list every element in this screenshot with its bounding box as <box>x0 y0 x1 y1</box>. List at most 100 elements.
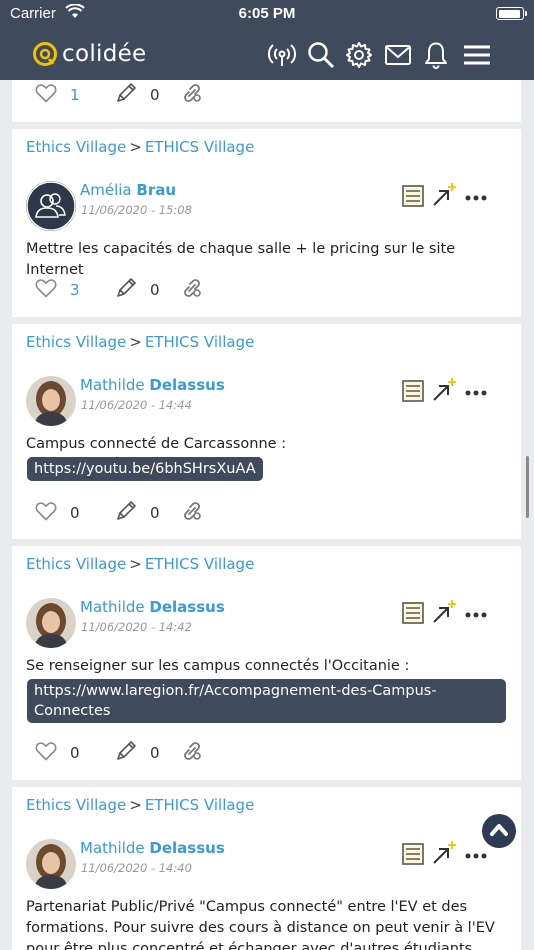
like-count: 3 <box>70 281 80 299</box>
author-name[interactable]: Mathilde Delassus <box>80 839 225 857</box>
battery-icon <box>496 7 527 20</box>
like-button[interactable] <box>34 739 58 765</box>
author-last-name: Delassus <box>149 839 225 857</box>
open-post-icon[interactable] <box>429 840 457 868</box>
more-options-icon[interactable] <box>463 599 491 627</box>
breadcrumb: Ethics Village > ETHICS Village <box>26 555 254 573</box>
share-link-icon[interactable] <box>180 81 204 107</box>
details-list-icon[interactable] <box>399 377 427 405</box>
like-count: 0 <box>70 504 80 522</box>
breadcrumb-separator: > <box>129 333 142 351</box>
menu-icon[interactable] <box>462 40 492 70</box>
post-link[interactable]: https://youtu.be/6bhSHrsXuAA <box>27 457 263 481</box>
author-first-name: Mathilde <box>80 839 145 857</box>
breadcrumb: Ethics Village > ETHICS Village <box>26 796 254 814</box>
post-text: Partenariat Public/Privé "Campus connect… <box>26 897 507 950</box>
breadcrumb: Ethics Village > ETHICS Village <box>26 333 254 351</box>
like-count: 0 <box>70 744 80 762</box>
search-icon[interactable] <box>306 40 336 70</box>
edit-icon[interactable] <box>114 276 138 302</box>
edit-count: 0 <box>150 281 160 299</box>
edit-icon[interactable] <box>114 499 138 525</box>
avatar[interactable] <box>26 839 76 889</box>
share-link-icon[interactable] <box>180 276 204 302</box>
post-tools <box>399 599 499 627</box>
details-list-icon[interactable] <box>399 182 427 210</box>
post-tools <box>399 182 499 210</box>
edit-count: 0 <box>150 86 160 104</box>
breadcrumb-separator: > <box>129 138 142 156</box>
avatar[interactable] <box>26 376 76 426</box>
status-bar: Carrier 6:05 PM <box>0 0 534 28</box>
breadcrumb-separator: > <box>129 796 142 814</box>
edit-count: 0 <box>150 504 160 522</box>
avatar[interactable] <box>26 181 76 231</box>
more-options-icon[interactable] <box>463 377 491 405</box>
post-date: 11/06/2020 - 14:44 <box>81 398 192 412</box>
gear-icon[interactable] <box>344 40 374 70</box>
post-text-line: Partenariat Public/Privé "Campus connect… <box>26 899 468 915</box>
post-link-line: Connectes <box>34 703 111 719</box>
details-list-icon[interactable] <box>399 840 427 868</box>
scroll-to-top-button[interactable] <box>482 814 516 848</box>
bell-icon[interactable] <box>421 40 451 70</box>
broadcast-icon[interactable] <box>267 40 297 70</box>
post-link[interactable]: https://www.laregion.fr/Accompagnement-d… <box>27 679 506 723</box>
open-post-icon[interactable] <box>429 599 457 627</box>
post-text: Campus connecté de Carcassonne : <box>26 436 287 452</box>
author-name[interactable]: Mathilde Delassus <box>80 598 225 616</box>
like-button[interactable] <box>34 81 58 107</box>
like-button[interactable] <box>34 499 58 525</box>
like-button[interactable] <box>34 276 58 302</box>
avatar[interactable] <box>26 598 76 648</box>
post-actions: 0 0 <box>34 499 294 525</box>
details-list-icon[interactable] <box>399 599 427 627</box>
brand-name: colidée <box>62 41 147 67</box>
breadcrumb-space-link[interactable]: ETHICS Village <box>145 333 254 351</box>
author-first-name: Mathilde <box>80 376 145 394</box>
mail-icon[interactable] <box>383 40 413 70</box>
author-last-name: Brau <box>136 181 177 199</box>
breadcrumb-parent-link[interactable]: Ethics Village <box>26 333 126 351</box>
breadcrumb-space-link[interactable]: ETHICS Village <box>145 796 254 814</box>
open-post-icon[interactable] <box>429 377 457 405</box>
breadcrumb-parent-link[interactable]: Ethics Village <box>26 555 126 573</box>
clock: 6:05 PM <box>238 5 296 22</box>
edit-icon[interactable] <box>114 739 138 765</box>
post-date: 11/06/2020 - 15:08 <box>81 203 192 217</box>
breadcrumb-separator: > <box>129 555 142 573</box>
share-link-icon[interactable] <box>180 499 204 525</box>
post-date: 11/06/2020 - 14:40 <box>81 861 192 875</box>
breadcrumb-parent-link[interactable]: Ethics Village <box>26 796 126 814</box>
post-card: 1 0 <box>12 80 521 122</box>
post-actions: 0 0 <box>34 739 294 765</box>
colidee-logo[interactable]: colidée <box>32 38 147 70</box>
post-card: Ethics Village > ETHICS Village Mathilde D… <box>12 546 521 780</box>
post-text-line: formations. Pour suivre des cours à dist… <box>26 920 495 936</box>
like-count: 1 <box>70 86 80 104</box>
scrollbar[interactable] <box>526 456 529 518</box>
post-text-line: pour être plus concentré et échanger ave… <box>26 941 473 950</box>
author-name[interactable]: Mathilde Delassus <box>80 376 225 394</box>
chevron-up-icon <box>490 824 508 836</box>
author-last-name: Delassus <box>149 598 225 616</box>
author-name[interactable]: Amélia Brau <box>80 181 176 199</box>
share-link-icon[interactable] <box>180 739 204 765</box>
edit-icon[interactable] <box>114 81 138 107</box>
post-text: Se renseigner sur les campus connectés l… <box>26 658 410 674</box>
more-options-icon[interactable] <box>463 182 491 210</box>
breadcrumb: Ethics Village > ETHICS Village <box>26 138 254 156</box>
author-first-name: Amélia <box>80 181 132 199</box>
breadcrumb-space-link[interactable]: ETHICS Village <box>145 555 254 573</box>
edit-count: 0 <box>150 744 160 762</box>
post-tools <box>399 377 499 405</box>
post-actions: 3 0 <box>34 276 294 302</box>
post-card: Ethics Village > ETHICS Village Amélia Bra… <box>12 129 521 317</box>
post-actions: 1 0 <box>34 81 294 107</box>
post-link-line: https://www.laregion.fr/Accompagnement-d… <box>34 683 437 699</box>
breadcrumb-parent-link[interactable]: Ethics Village <box>26 138 126 156</box>
app-header: colidée <box>0 28 534 80</box>
breadcrumb-space-link[interactable]: ETHICS Village <box>145 138 254 156</box>
open-post-icon[interactable] <box>429 182 457 210</box>
author-last-name: Delassus <box>149 376 225 394</box>
